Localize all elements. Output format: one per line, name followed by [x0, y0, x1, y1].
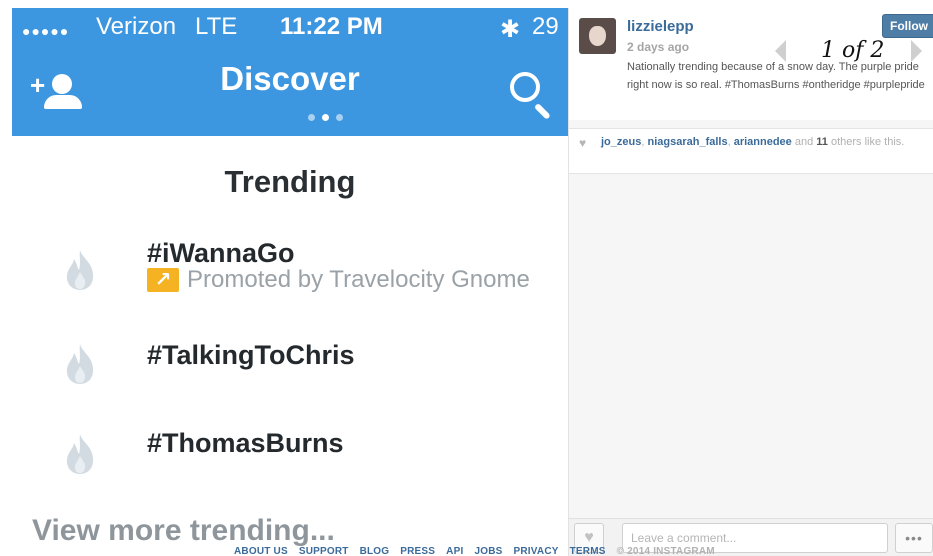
promoted-arrow-icon: ↗ — [147, 268, 179, 292]
liker-link[interactable]: ariannedee — [734, 136, 792, 148]
trend-item[interactable]: #ThomasBurns — [12, 418, 568, 498]
carrier-name: Verizon — [96, 13, 177, 40]
footer-link-about[interactable]: ABOUT US — [234, 546, 288, 556]
bluetooth-icon: ✱ — [500, 16, 521, 43]
promoted-label[interactable]: Promoted by Travelocity Gnome — [187, 266, 530, 294]
liker-link[interactable]: jo_zeus — [601, 136, 641, 148]
more-options-button[interactable]: ••• — [895, 523, 933, 553]
trend-item[interactable]: #iWannaGo ↗ Promoted by Travelocity Gnom… — [12, 230, 568, 310]
footer-link-jobs[interactable]: JOBS — [474, 546, 502, 556]
status-time: 11:22 PM — [280, 13, 383, 40]
likes-others-count[interactable]: 11 — [816, 136, 828, 148]
network-type: LTE — [195, 13, 238, 40]
likes-suffix: others like this. — [830, 136, 905, 148]
footer-link-blog[interactable]: BLOG — [360, 546, 390, 556]
battery-level: 29 — [532, 13, 559, 40]
instagram-post-panel: lizzielepp 2 days ago Follow Nationally … — [568, 8, 933, 556]
footer-link-privacy[interactable]: PRIVACY — [514, 546, 559, 556]
post-header: lizzielepp 2 days ago Follow Nationally … — [569, 8, 933, 120]
footer-link-terms[interactable]: TERMS — [570, 546, 606, 556]
footer-links: ABOUT US SUPPORT BLOG PRESS API JOBS PRIVACY TE… — [234, 541, 715, 556]
search-icon — [510, 72, 540, 102]
follow-button[interactable]: Follow — [882, 14, 933, 38]
avatar[interactable] — [579, 18, 616, 54]
trend-item[interactable]: #TalkingToChris — [12, 330, 568, 410]
discover-header: ●●●●● Verizon LTE 11:22 PM ✱ 29 + Discov… — [12, 8, 568, 136]
footer-link-api[interactable]: API — [446, 546, 463, 556]
page-title: Discover — [220, 60, 360, 97]
slide-counter: 1 of 2 — [821, 38, 885, 63]
footer-copyright: © 2014 INSTAGRAM — [616, 546, 715, 556]
post-timestamp: 2 days ago — [627, 40, 690, 54]
section-title: Trending — [224, 164, 356, 199]
phone-screenshot: ●●●●● Verizon LTE 11:22 PM ✱ 29 + Discov… — [12, 8, 568, 556]
trend-hashtag[interactable]: #iWannaGo — [147, 238, 295, 269]
likes-text: jo_zeus, niagsarah_falls, ariannedee and… — [601, 136, 905, 148]
previous-arrow-icon[interactable] — [775, 40, 786, 62]
trend-hashtag[interactable]: #ThomasBurns — [147, 428, 344, 459]
heart-icon: ♥ — [579, 136, 587, 150]
flame-icon — [66, 344, 94, 384]
post-caption: Nationally trending because of a snow da… — [627, 61, 925, 91]
flame-icon — [66, 250, 94, 290]
likes-connector: and — [794, 136, 814, 148]
footer-link-support[interactable]: SUPPORT — [299, 546, 349, 556]
page-dot — [308, 114, 315, 121]
search-button[interactable] — [508, 70, 554, 120]
flame-icon — [66, 434, 94, 474]
signal-strength-icon: ●●●●● — [22, 23, 70, 39]
page-dot-active — [322, 114, 329, 121]
liker-link[interactable]: niagsarah_falls — [647, 136, 727, 148]
footer-link-press[interactable]: PRESS — [400, 546, 435, 556]
page-dot — [336, 114, 343, 121]
next-arrow-icon[interactable] — [911, 40, 922, 62]
status-bar: ●●●●● Verizon LTE 11:22 PM ✱ 29 — [12, 8, 568, 52]
page-indicator — [308, 108, 350, 126]
username-link[interactable]: lizzielepp — [627, 18, 694, 35]
trend-hashtag[interactable]: #TalkingToChris — [147, 340, 355, 371]
likes-summary: ♥ jo_zeus, niagsarah_falls, ariannedee a… — [569, 128, 933, 174]
